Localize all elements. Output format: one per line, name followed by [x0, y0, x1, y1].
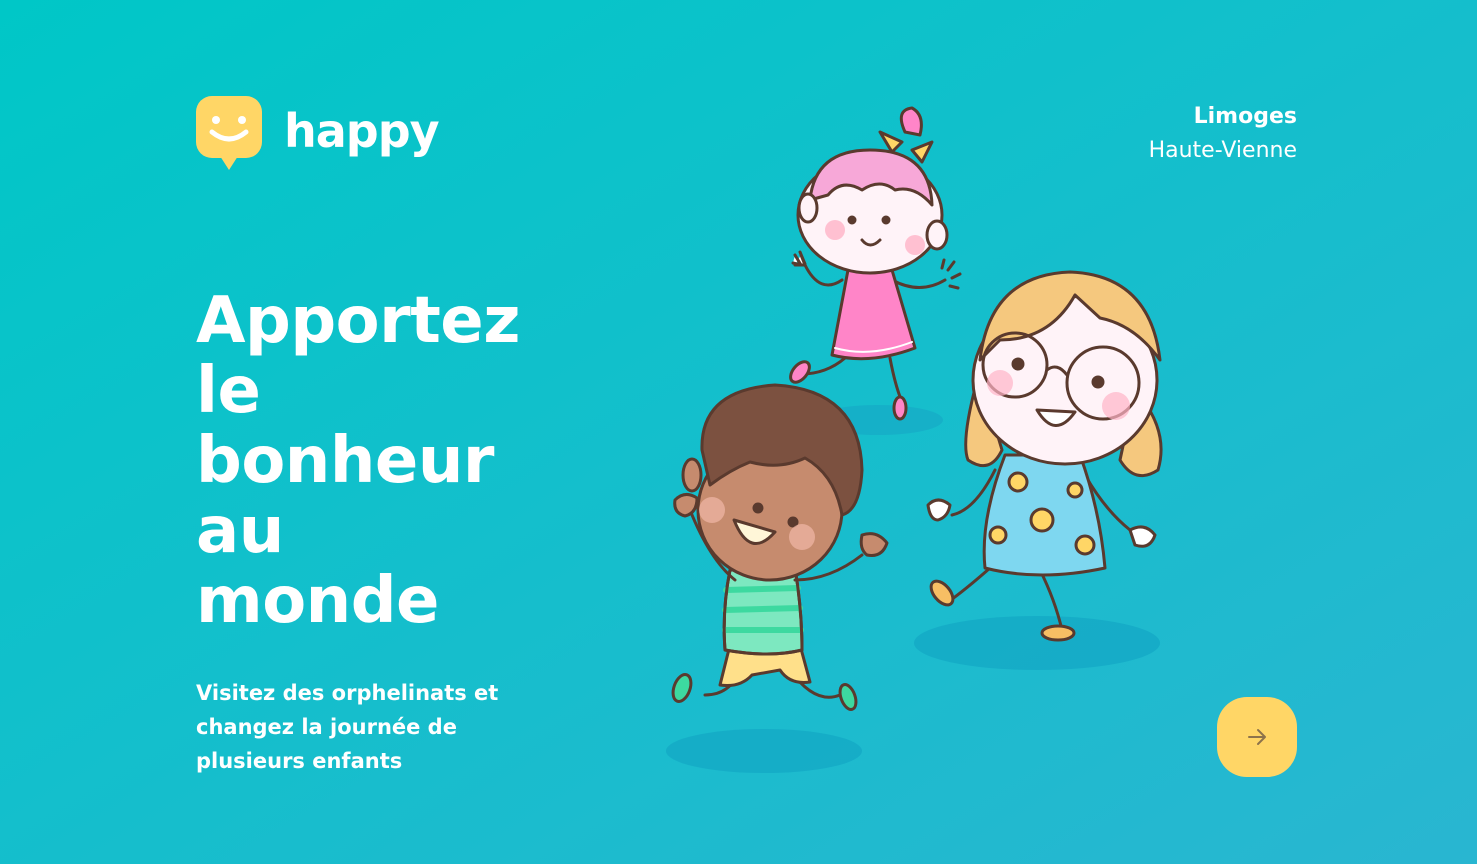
hero-title-line: au: [196, 494, 284, 568]
hero-title-line: le: [196, 354, 261, 428]
hero-title: Apportez le bonheur au monde: [196, 286, 576, 636]
arrow-right-icon: [1248, 729, 1266, 745]
enter-app-button[interactable]: [1217, 697, 1297, 777]
hero-title-line: Apportez: [196, 284, 520, 358]
hero-subtitle: Visitez des orphelinats et changez la jo…: [196, 681, 499, 773]
three-happy-children-icon: [666, 106, 1163, 773]
hero-title-line: monde: [196, 564, 439, 638]
smiley-chat-bubble-icon: [196, 96, 262, 170]
brand-logo[interactable]: happy: [196, 96, 440, 172]
brand-name: happy: [284, 104, 440, 158]
hero-title-line: bonheur: [196, 424, 494, 498]
